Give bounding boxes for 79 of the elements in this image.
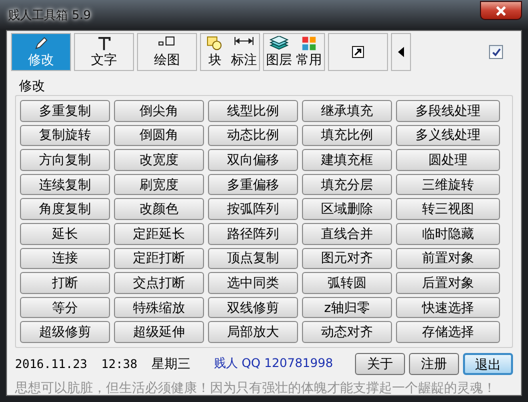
command-button[interactable]: 后置对象: [396, 272, 500, 294]
command-button[interactable]: 定距延长: [114, 222, 204, 245]
command-button[interactable]: 双线修剪: [208, 296, 298, 318]
command-button[interactable]: 存储选择: [396, 321, 500, 343]
toolbar-tab[interactable]: 修改: [12, 34, 70, 70]
command-button[interactable]: 图元对齐: [302, 248, 392, 270]
command-button[interactable]: 角度复制: [20, 198, 110, 220]
layers-icon: [269, 36, 289, 51]
command-button[interactable]: 快速选择: [396, 296, 500, 318]
toolbar-tab[interactable]: 常用: [294, 34, 324, 70]
date-text: 2016.11.23: [15, 356, 88, 371]
command-button[interactable]: 转三视图: [396, 198, 500, 220]
toolbar-tab[interactable]: 文字: [75, 34, 133, 70]
command-button[interactable]: 倒圆角: [114, 124, 204, 146]
dimension-icon: [234, 36, 254, 46]
command-button[interactable]: 打断: [20, 272, 110, 294]
collapse-button[interactable]: [391, 33, 411, 71]
text-tool-icon: [96, 36, 112, 51]
block-icon: [206, 36, 224, 51]
checkbox[interactable]: [489, 45, 503, 59]
command-button[interactable]: 超级修剪: [20, 321, 110, 343]
command-button[interactable]: 多段线处理: [396, 100, 500, 122]
contact-link[interactable]: 贱人 QQ 120781998: [214, 355, 333, 372]
command-button[interactable]: 继承填充: [302, 100, 392, 122]
command-button[interactable]: 路径阵列: [208, 222, 298, 245]
command-button[interactable]: 延长: [20, 222, 110, 245]
shortcut-arrow-icon: [352, 46, 364, 58]
command-button[interactable]: 等分: [20, 296, 110, 318]
command-button[interactable]: 方向复制: [20, 149, 110, 171]
command-button[interactable]: 刷宽度: [114, 174, 204, 196]
command-button[interactable]: 复制旋转: [20, 124, 110, 146]
command-button[interactable]: z轴归零: [302, 296, 392, 318]
dialog-button[interactable]: 关于: [355, 352, 405, 375]
command-button[interactable]: 多重偏移: [208, 174, 298, 196]
grid-icon: [300, 36, 318, 51]
command-button[interactable]: 按弧阵列: [208, 198, 298, 220]
command-button[interactable]: 圆处理: [396, 149, 500, 171]
command-button[interactable]: 定距打断: [114, 248, 204, 270]
command-button[interactable]: 改颜色: [114, 198, 204, 220]
command-button[interactable]: 动态比例: [208, 124, 298, 146]
close-icon: [496, 6, 506, 16]
shortcut-button[interactable]: [328, 33, 388, 71]
command-button[interactable]: 弧转圆: [302, 272, 392, 294]
group-title: 修改: [18, 79, 45, 95]
command-button[interactable]: 选中同类: [208, 272, 298, 294]
command-button[interactable]: 建填充框: [302, 149, 392, 171]
command-button[interactable]: 多义线处理: [396, 124, 500, 146]
dialog-button[interactable]: 注册: [409, 352, 459, 375]
command-button[interactable]: 前置对象: [396, 248, 500, 270]
command-button[interactable]: 连接: [20, 248, 110, 270]
toolbar-tab[interactable]: 标注: [229, 34, 259, 70]
command-button[interactable]: 顶点复制: [208, 248, 298, 270]
command-button[interactable]: 交点打断: [114, 272, 204, 294]
command-button[interactable]: 双向偏移: [208, 149, 298, 171]
command-button[interactable]: 多重复制: [20, 100, 110, 122]
window-title: 贱人工具箱 5.9: [7, 6, 91, 24]
command-button[interactable]: 连续复制: [20, 174, 110, 196]
toolbar-tab[interactable]: 块: [201, 34, 229, 70]
command-button[interactable]: 填充比例: [302, 124, 392, 146]
command-button[interactable]: 局部放大: [208, 321, 298, 343]
command-button[interactable]: 超级延伸: [114, 321, 204, 343]
command-button[interactable]: 临时隐藏: [396, 222, 500, 245]
command-button[interactable]: 填充分层: [302, 174, 392, 196]
command-button[interactable]: 倒尖角: [114, 100, 204, 122]
command-button[interactable]: 特殊缩放: [114, 296, 204, 318]
toolbar-tab[interactable]: 图层: [264, 34, 294, 70]
command-button[interactable]: 动态对齐: [302, 321, 392, 343]
time-text: 12:38: [101, 356, 138, 371]
dialog-button[interactable]: 退出: [463, 352, 513, 375]
command-button[interactable]: 线型比例: [208, 100, 298, 122]
command-button[interactable]: 直线合并: [302, 222, 392, 245]
weekday-text: 星期三: [151, 356, 190, 373]
command-button[interactable]: 改宽度: [114, 149, 204, 171]
left-triangle-icon: [398, 46, 404, 58]
close-button[interactable]: [480, 1, 522, 20]
command-button[interactable]: 三维旋转: [396, 174, 500, 196]
motto-text: 思想可以肮脏，但生活必须健康！因为只有强壮的体魄才能支撑起一个龌龊的灵魂！: [15, 380, 497, 397]
command-button[interactable]: 区域删除: [302, 198, 392, 220]
toolbar-tab[interactable]: 绘图: [138, 34, 196, 70]
